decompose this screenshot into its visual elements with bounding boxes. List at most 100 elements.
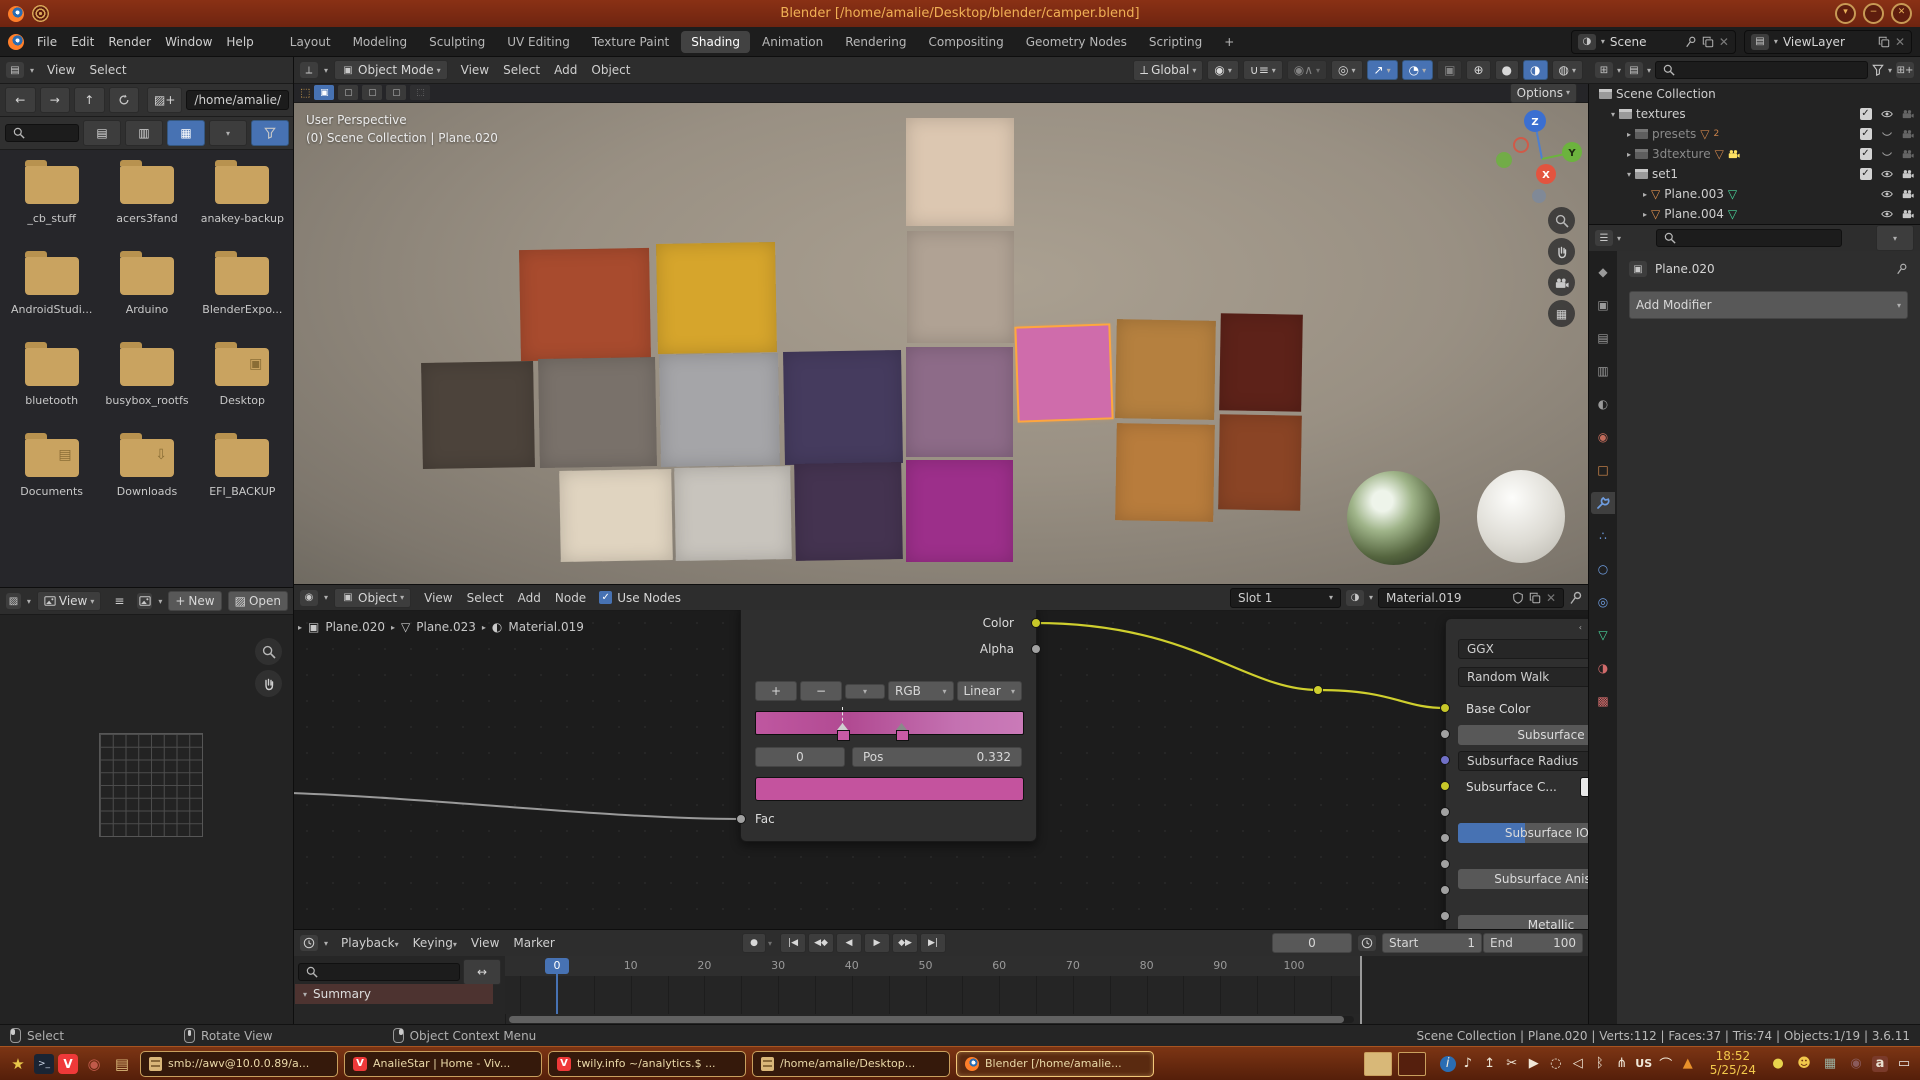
check-toggle[interactable]: ✓ [1857, 128, 1874, 140]
fake-user-shield-icon[interactable] [1512, 592, 1524, 604]
camera-toggle[interactable] [1899, 188, 1916, 200]
workspace-tab-geometry-nodes[interactable]: Geometry Nodes [1016, 31, 1137, 53]
file-list-item[interactable]: bluetooth [4, 342, 99, 407]
eye-closed-toggle[interactable] [1878, 148, 1895, 160]
file-list-item[interactable]: busybox_rootfs [99, 342, 194, 407]
extra-calculator[interactable]: ▦ [1820, 1056, 1840, 1071]
properties-tab-physics[interactable]: ○ [1591, 558, 1615, 580]
copy-icon[interactable] [1878, 36, 1890, 48]
bsdf-input-base-color[interactable]: Base Color [1458, 699, 1589, 719]
add-workspace-button[interactable]: + [1214, 31, 1244, 53]
active-stop-index-field[interactable]: 0 [755, 747, 845, 767]
socket-subsurface-radius[interactable] [1440, 755, 1450, 765]
camera-view-button[interactable] [1548, 269, 1575, 296]
properties-tab-view-layer[interactable]: ▥ [1591, 360, 1615, 382]
workspace-2-pager[interactable] [1398, 1052, 1426, 1076]
expand-channels-button[interactable]: ↔ [463, 959, 501, 985]
jump-to-start-button[interactable]: |◀ [780, 933, 806, 953]
interpolation-dropdown[interactable]: Linear▾ [957, 681, 1023, 701]
socket-color-output[interactable] [1031, 618, 1041, 628]
menu-viewport-select[interactable]: Select [496, 61, 547, 79]
snap-magnet-toggle[interactable]: ∪≡▾ [1243, 60, 1283, 80]
menu-viewport-object[interactable]: Object [584, 61, 637, 79]
properties-tab-material[interactable]: ◑ [1591, 657, 1615, 679]
properties-options-dropdown[interactable]: ▾ [1876, 225, 1914, 251]
file-list-item[interactable]: EFI_BACKUP [195, 433, 290, 498]
outliner-item-label[interactable]: textures [1636, 107, 1686, 121]
select-mode-intersect-button[interactable]: ⬚ [410, 85, 430, 100]
stop-handle-active[interactable] [837, 730, 850, 741]
editor-type-icon[interactable]: ☰ [1595, 230, 1613, 246]
window-minimize-button[interactable]: − [1863, 3, 1884, 24]
workspace-tab-animation[interactable]: Animation [752, 31, 833, 53]
display-horizontal-list-button[interactable]: ▥ [125, 120, 163, 146]
disclosure-icon[interactable]: ▾ [1611, 110, 1615, 119]
file-list-item[interactable]: _cb_stuff [4, 160, 99, 225]
timeline-hscrollbar[interactable] [509, 1016, 1354, 1023]
menu-timeline-view[interactable]: View [464, 934, 506, 952]
eye-toggle[interactable] [1878, 108, 1895, 120]
outliner-item-label[interactable]: 3dtexture [1652, 147, 1711, 161]
properties-tab-tool[interactable]: ◆ [1591, 261, 1615, 283]
check-toggle[interactable]: ✓ [1857, 168, 1874, 180]
workspace-tab-scripting[interactable]: Scripting [1139, 31, 1212, 53]
ramp-tools-dropdown[interactable]: ▾ [845, 684, 885, 699]
active-stop-color-swatch[interactable] [755, 777, 1024, 801]
bsdf-input-subsurface-ior[interactable]: Subsurface IOR [1458, 823, 1589, 843]
outliner-row-textures[interactable]: ▾textures✓ [1589, 104, 1920, 124]
menu-shader-node[interactable]: Node [548, 589, 593, 607]
breadcrumb-material[interactable]: Material.019 [508, 620, 583, 634]
camera-dim-toggle[interactable] [1899, 108, 1916, 120]
material-plane[interactable] [794, 462, 903, 561]
disclosure-icon[interactable]: ▾ [1627, 170, 1631, 179]
workspace-tab-shading[interactable]: Shading [681, 31, 750, 53]
material-name-field[interactable]: Material.019 ✕ [1378, 588, 1564, 608]
stop-position-field[interactable]: Pos0.332 [852, 747, 1022, 767]
launcher-media-app[interactable]: ◉ [82, 1052, 106, 1076]
checkbox-icon[interactable]: ✓ [1860, 168, 1872, 180]
material-slot-dropdown[interactable]: Slot 1▾ [1230, 588, 1341, 608]
color-ramp-gradient[interactable] [755, 711, 1024, 735]
xray-toggle[interactable]: ▣ [1437, 60, 1462, 80]
distribution-dropdown[interactable]: GGX [1458, 639, 1589, 659]
stop-handle[interactable] [896, 730, 909, 741]
menu-top-edit[interactable]: Edit [64, 33, 101, 51]
select-mode-new-button[interactable]: ▣ [314, 85, 334, 100]
timeline-ruler[interactable]: 102030405060708090100 [505, 956, 1360, 977]
workspace-tab-layout[interactable]: Layout [280, 31, 341, 53]
outliner-search-input[interactable] [1655, 61, 1868, 79]
socket-subsurface-anisotr[interactable] [1440, 833, 1450, 843]
unlink-icon[interactable]: ✕ [1546, 591, 1556, 605]
material-datablock-icon[interactable]: ◑ [1346, 590, 1364, 606]
menu-timeline-keying[interactable]: Keying▾ [406, 934, 464, 952]
filter-funnel-icon[interactable] [1872, 64, 1884, 76]
tray-warning[interactable]: ▲ [1678, 1056, 1698, 1071]
scene-selector[interactable]: ◑▾ Scene ✕ [1571, 30, 1736, 54]
node-canvas[interactable]: ▸ ▣Plane.020 ▸ ▽Plane.023 ▸ ◐Material.01… [294, 610, 1589, 930]
channel-search-input[interactable] [298, 963, 460, 981]
workspace-tab-texture-paint[interactable]: Texture Paint [582, 31, 679, 53]
menu-shader-select[interactable]: Select [460, 589, 511, 607]
menu-filebrowser-view[interactable]: View [40, 61, 82, 79]
perspective-toggle-button[interactable]: ▦ [1548, 300, 1575, 327]
pin-icon[interactable] [1569, 591, 1583, 605]
subsurface-method-dropdown[interactable]: Random Walk [1458, 667, 1589, 687]
eye-toggle[interactable] [1878, 168, 1895, 180]
tray-signal[interactable]: ◌ [1546, 1056, 1566, 1071]
taskbar-window-twily-info-analy[interactable]: Vtwily.info ~/analytics.$ ... [548, 1051, 746, 1077]
show-gizmo-dropdown[interactable]: ◎▾ [1331, 60, 1363, 80]
editor-type-icon[interactable] [300, 935, 318, 951]
color-mode-dropdown[interactable]: RGB▾ [888, 681, 954, 701]
taskbar-window-blender-home-ama[interactable]: Blender [/home/amalie... [956, 1051, 1154, 1077]
playhead-frame-badge[interactable]: 0 [545, 958, 569, 974]
outliner-row-set1[interactable]: ▾ set1 ✓ [1589, 164, 1920, 184]
extra-ball[interactable]: ● [1768, 1056, 1788, 1071]
socket-subsurface[interactable] [1440, 729, 1450, 739]
outliner-item-label[interactable]: set1 [1652, 167, 1678, 181]
menu-top-window[interactable]: Window [158, 33, 219, 51]
collapsed-menus-button[interactable]: ≡ [107, 592, 131, 610]
properties-tab-render[interactable]: ▣ [1591, 294, 1615, 316]
clock[interactable]: 18:525/25/24 [1710, 1050, 1756, 1076]
properties-tab-scene[interactable]: ◐ [1591, 393, 1615, 415]
bsdf-input-subsurface-radius[interactable]: Subsurface Radius [1458, 751, 1589, 771]
